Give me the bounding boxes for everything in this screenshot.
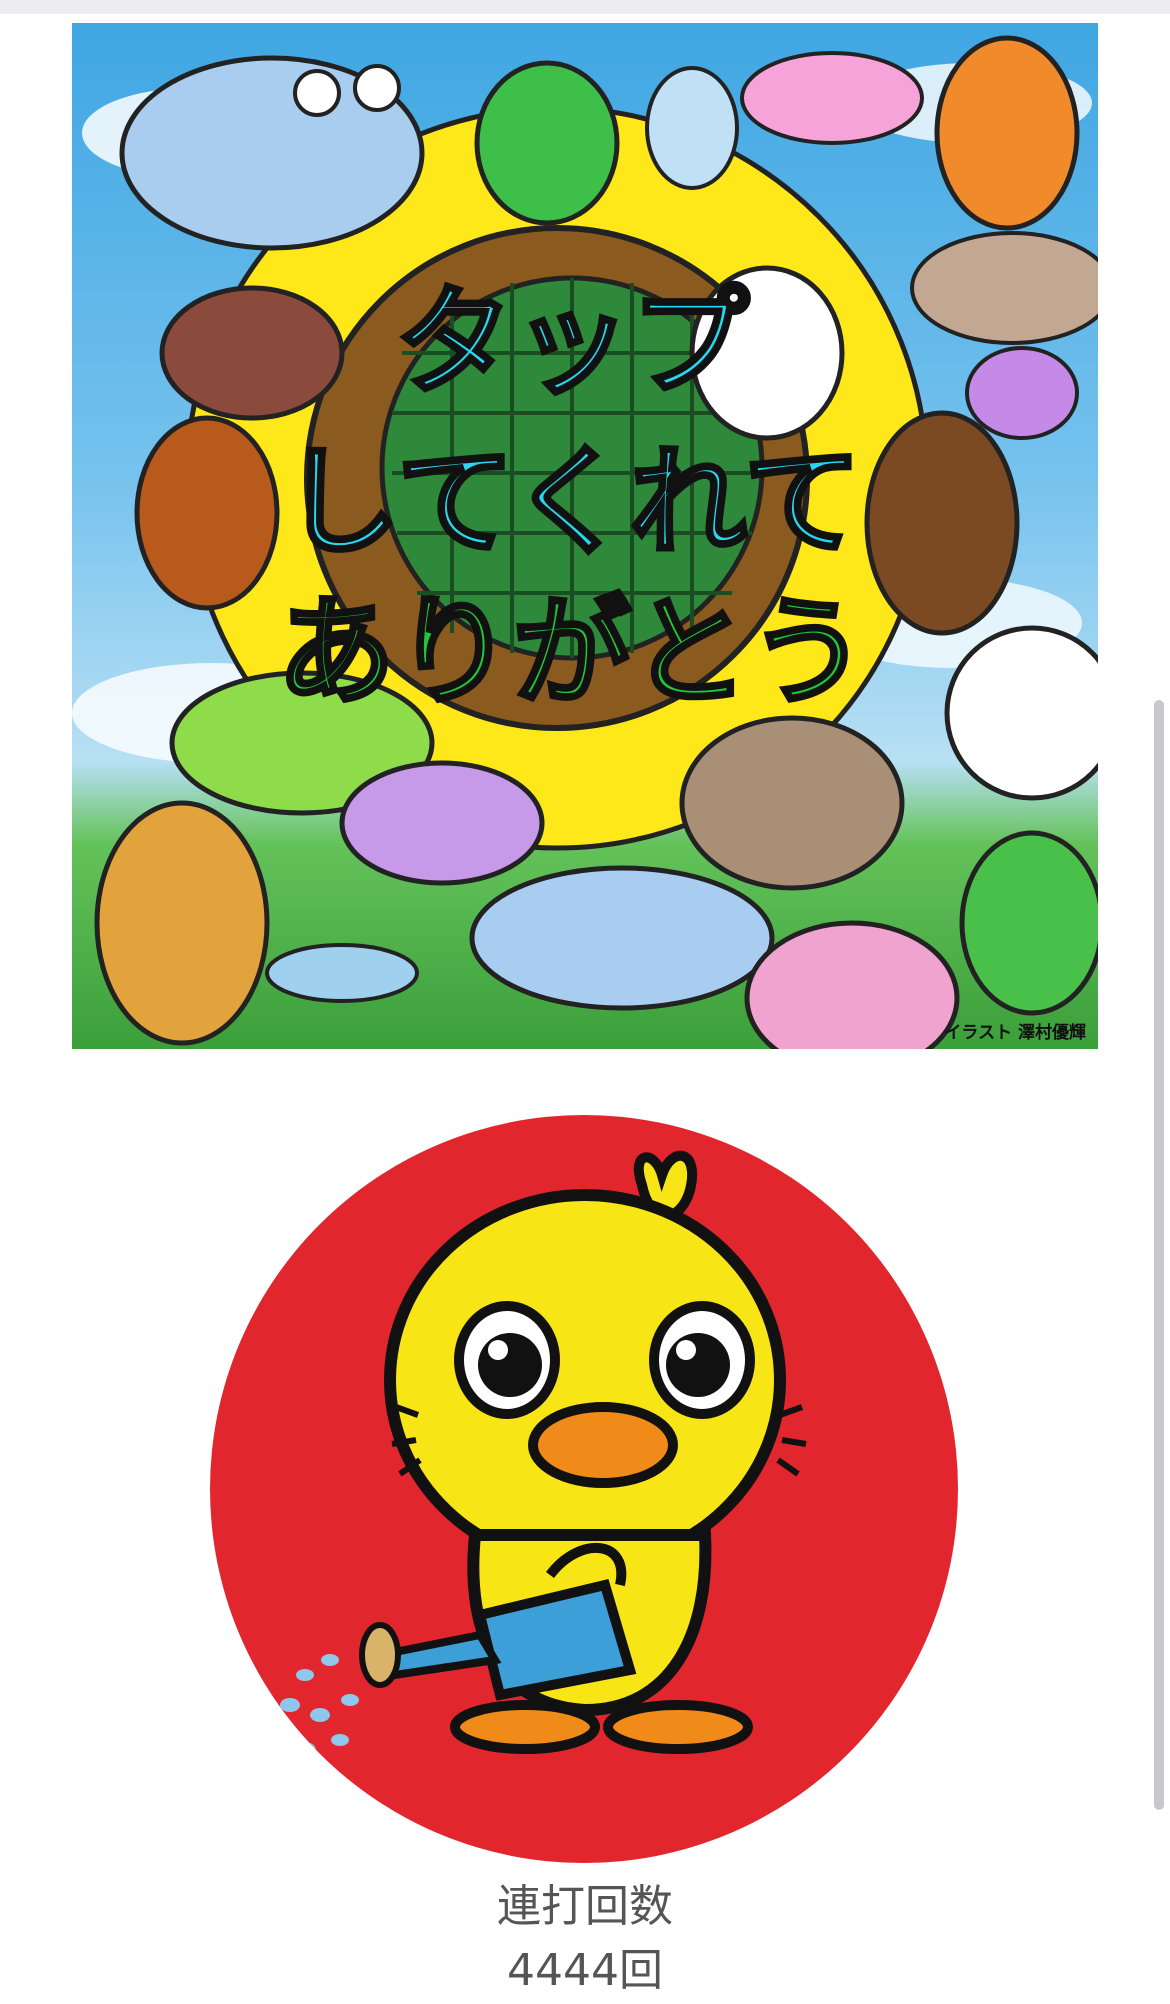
top-status-strip [0,0,1170,14]
banner-title-line3: ありがとう [277,583,867,721]
banner-title-line2: してくれて [282,433,861,571]
tap-button[interactable] [210,1115,958,1863]
banner-illustration: タップ してくれて ありがとう [72,35,1098,1049]
banner-title-line1: タップ [395,273,749,411]
tap-count-value: 4444回 [507,1945,663,1996]
illustration-credit: イラスト 澤村優輝 [944,1023,1086,1043]
tap-count-label: 連打回数 [497,1881,673,1932]
duck-watering-can-icon [260,1150,807,1758]
thank-you-banner-image: タップ してくれて ありがとう イラスト 澤村優輝 [72,23,1098,1049]
scrollbar[interactable] [1154,700,1164,1810]
